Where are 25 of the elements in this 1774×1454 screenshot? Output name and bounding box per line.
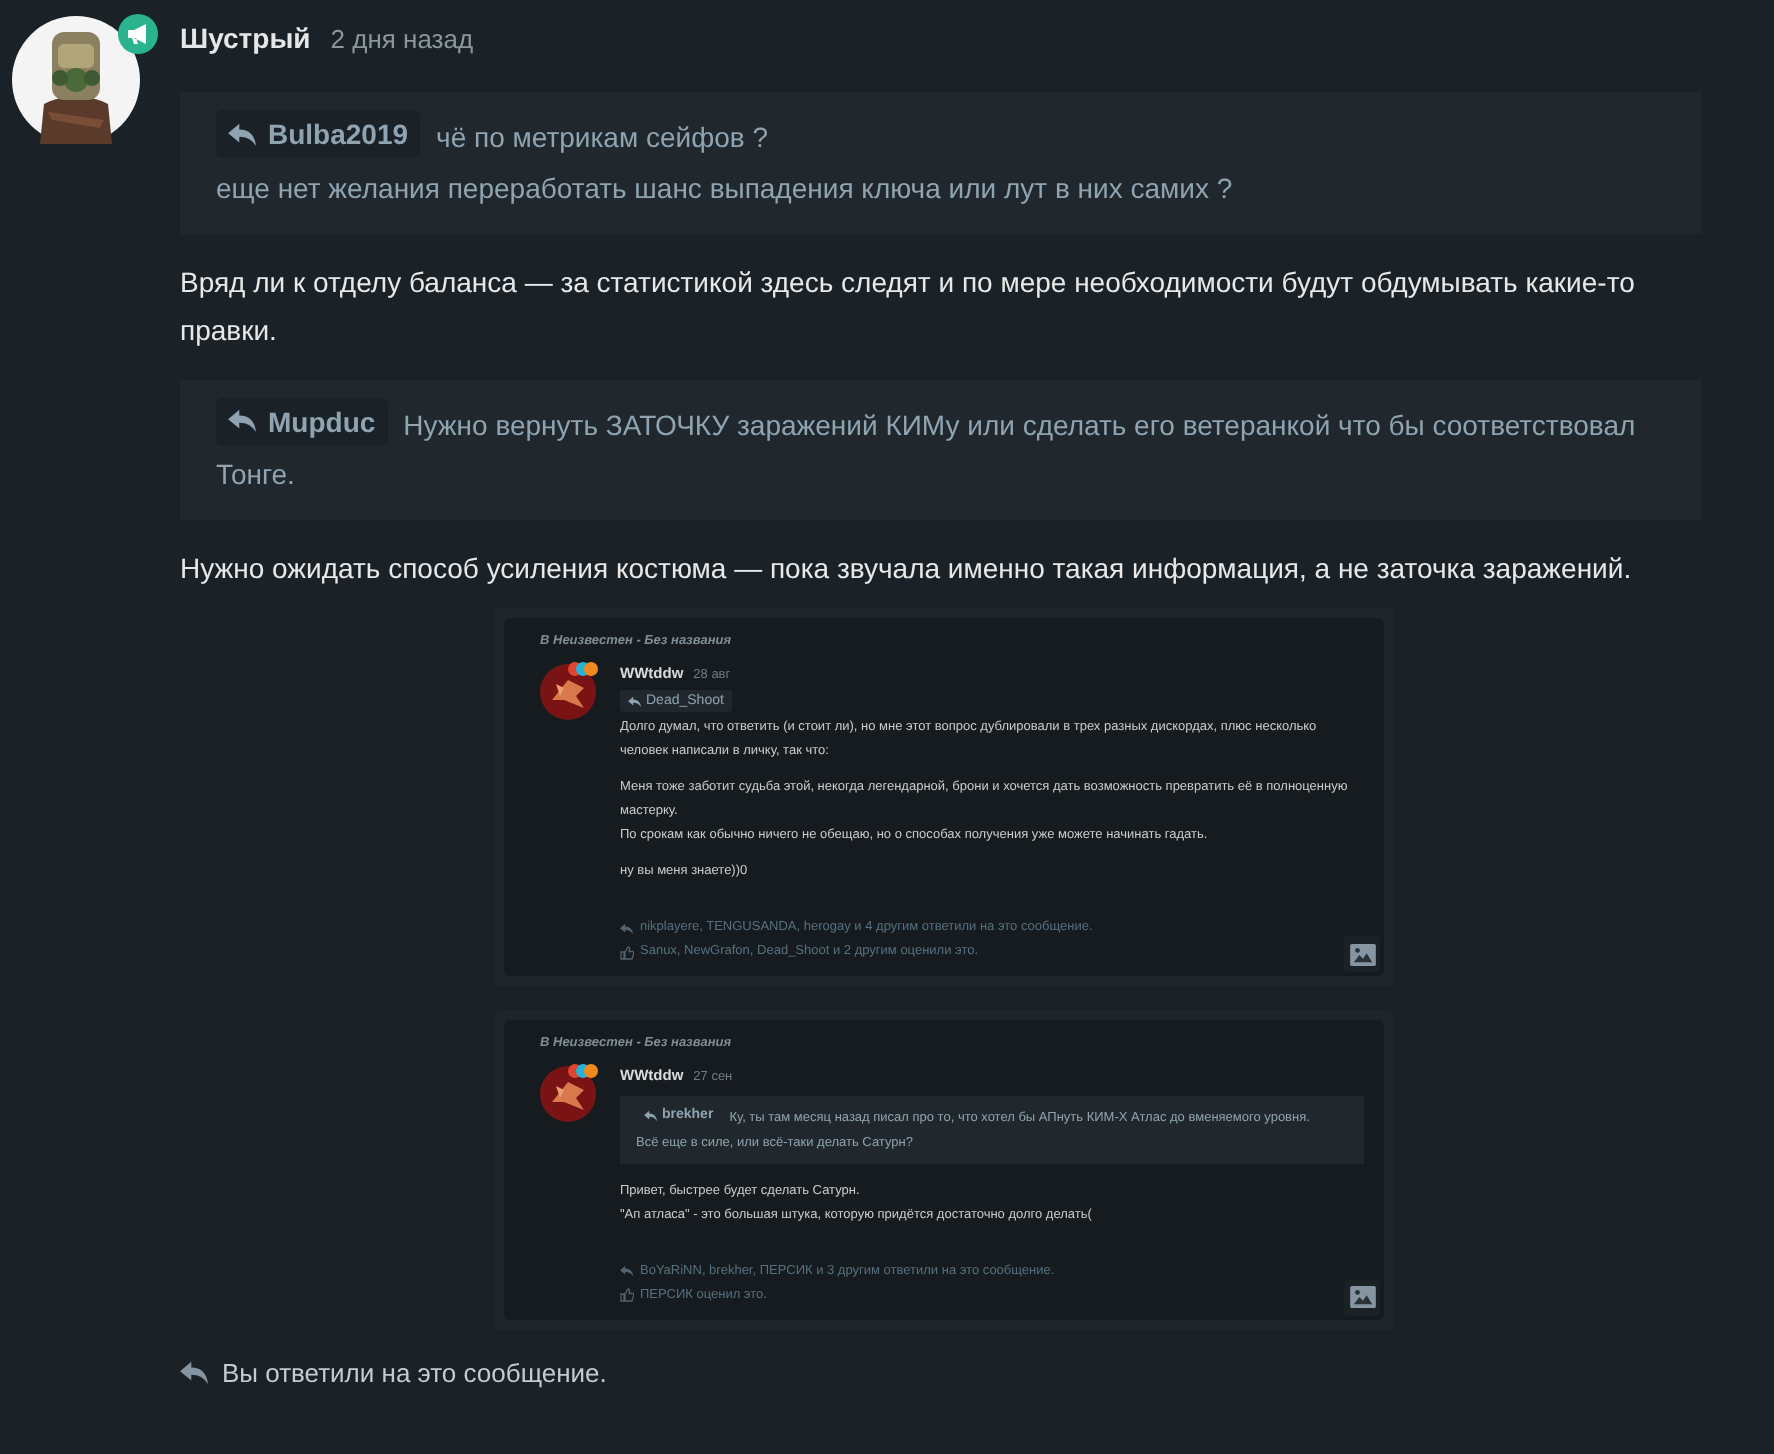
reply-icon <box>180 1359 210 1385</box>
thumbs-up-icon <box>620 1288 634 1302</box>
reply-icon <box>628 695 642 707</box>
quote-text: еще нет желания переработать шанс выпадения ключа или лут в них самих ? <box>216 171 1233 203</box>
quote-text: Нужно вернуть ЗАТОЧКУ заражений КИМу или сделать его ветеранкой что бы соответствовал <box>403 408 1636 440</box>
author-name[interactable]: Шустрый <box>180 22 311 54</box>
replied-notice: Вы ответили на это сообщение. <box>222 1357 607 1387</box>
message-text: Вряд ли к отделу баланса — за статистикой здесь следят и по мере необходимости будут обдумывать какие-то правки. <box>180 263 1637 350</box>
quote-user-link[interactable]: Bulba2019 <box>216 110 421 158</box>
megaphone-icon <box>118 14 158 54</box>
post-time: 2 дня назад <box>330 24 474 54</box>
quote-text: Тонге. <box>216 458 295 490</box>
thumbs-up-icon <box>620 945 634 959</box>
message-text: Нужно ожидать способ усиления костюма — пока звучала именно такая информация, а не заточка заражений. <box>180 550 1634 588</box>
image-button[interactable] <box>1344 1279 1380 1315</box>
reply-icon <box>644 1109 658 1121</box>
reply-icon <box>228 121 258 147</box>
reply-icon <box>228 408 258 434</box>
reply-icon <box>620 1264 634 1278</box>
image-icon <box>1349 943 1375 965</box>
reply-icon <box>620 921 634 935</box>
quote-text: чё по метрикам сейфов ? <box>436 121 768 153</box>
image-button[interactable] <box>1344 936 1380 972</box>
image-icon <box>1349 1286 1375 1308</box>
quote-user-link[interactable]: Mupduc <box>216 397 388 445</box>
